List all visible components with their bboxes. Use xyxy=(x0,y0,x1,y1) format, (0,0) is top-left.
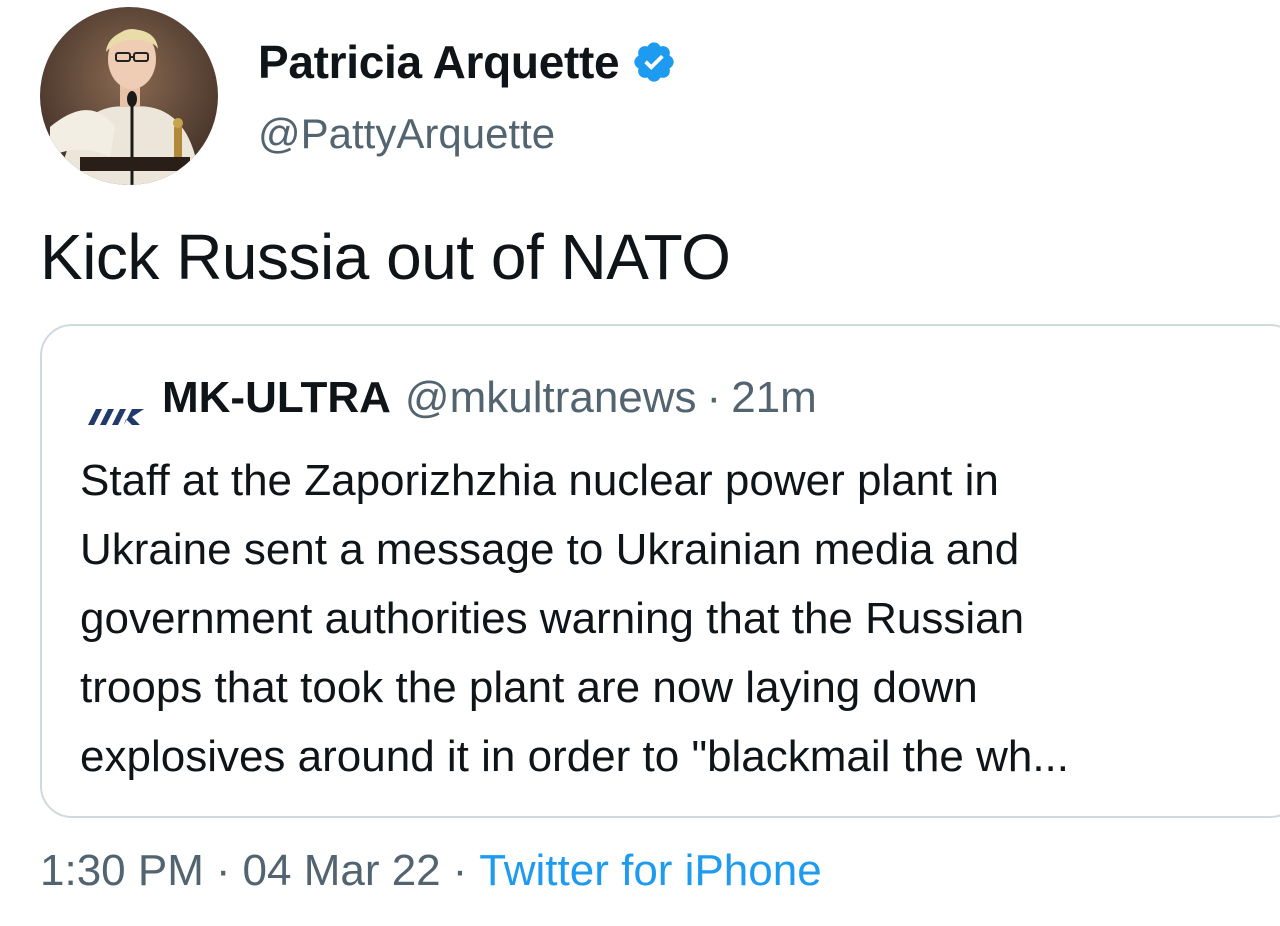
verified-badge-icon xyxy=(631,39,677,85)
tweet-time[interactable]: 1:30 PM xyxy=(40,846,204,895)
avatar[interactable] xyxy=(40,7,218,185)
quoted-tweet-text-line: government authorities warning that the … xyxy=(80,594,1025,643)
tweet: Patricia Arquette @PattyArquette Kick Ru… xyxy=(0,0,1280,926)
avatar-photo xyxy=(40,7,218,185)
quoted-tweet-header: MK-ULTRA @mkultranews · 21m xyxy=(86,370,817,426)
tweet-text: Kick Russia out of NATO xyxy=(40,221,731,293)
separator-dot: · xyxy=(215,846,231,895)
quoted-tweet-text-line: troops that took the plant are now layin… xyxy=(80,663,978,712)
tweet-date[interactable]: 04 Mar 22 xyxy=(243,846,441,895)
tweet-source-link[interactable]: Twitter for iPhone xyxy=(479,846,821,895)
quoted-tweet-time[interactable]: 21m xyxy=(731,373,817,423)
separator-dot: · xyxy=(452,846,468,895)
separator-dot: · xyxy=(706,373,722,422)
tweet-metadata: 1:30 PM · 04 Mar 22 · Twitter for iPhone xyxy=(40,846,822,896)
quoted-tweet-author-name[interactable]: MK-ULTRA xyxy=(162,373,391,423)
display-name-row[interactable]: Patricia Arquette xyxy=(258,32,677,92)
quoted-tweet-author-handle[interactable]: @mkultranews xyxy=(405,373,697,423)
quoted-tweet-text: Staff at the Zaporizhzhia nuclear power … xyxy=(80,446,1280,791)
quoted-tweet-card[interactable]: MK-ULTRA @mkultranews · 21m Staff at the… xyxy=(40,324,1280,818)
quoted-tweet-text-line: Ukraine sent a message to Ukrainian medi… xyxy=(80,525,1020,574)
quoted-tweet-text-line: Staff at the Zaporizhzhia nuclear power … xyxy=(80,456,999,505)
display-name[interactable]: Patricia Arquette xyxy=(258,35,620,89)
author-handle[interactable]: @PattyArquette xyxy=(258,110,555,158)
quoted-tweet-text-line: explosives around it in order to "blackm… xyxy=(80,732,1069,781)
mk-ultra-logo-icon xyxy=(86,388,146,425)
